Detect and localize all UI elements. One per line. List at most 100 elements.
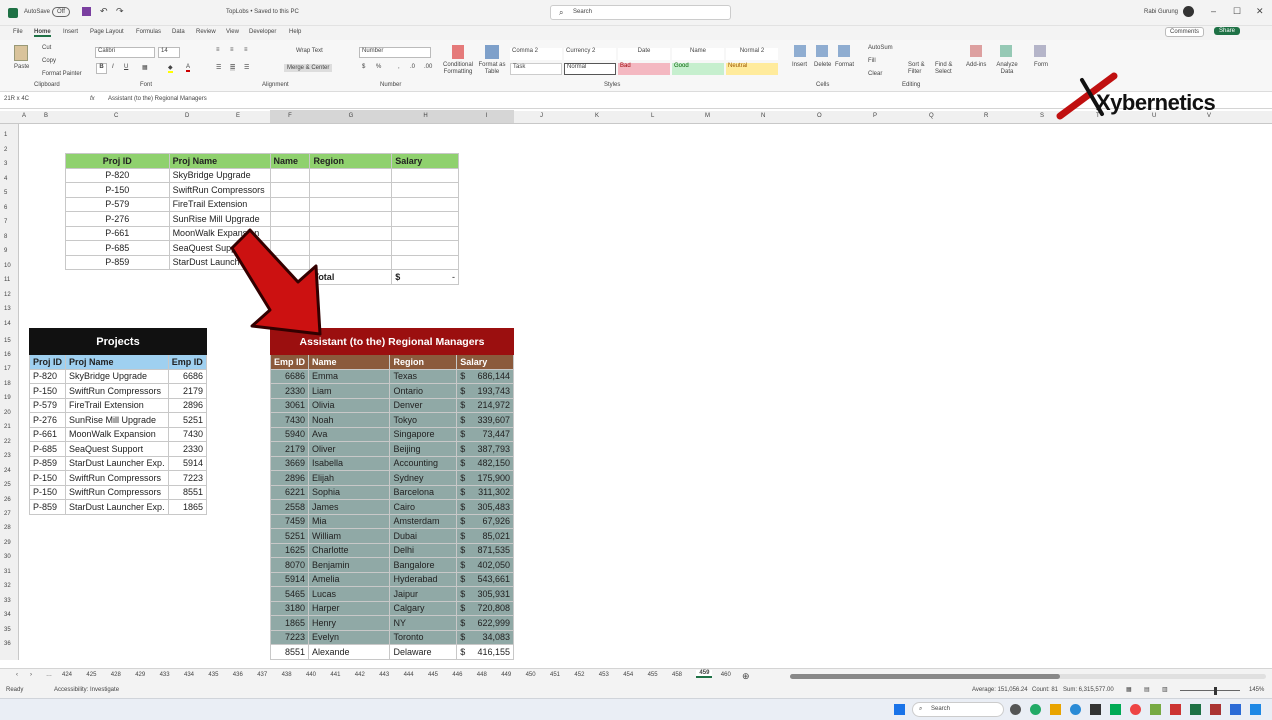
scrollbar-thumb[interactable]: [790, 674, 1060, 679]
projects-cell[interactable]: SunRise Mill Upgrade: [65, 412, 169, 428]
row-header[interactable]: 16: [4, 352, 11, 358]
managers-cell[interactable]: $871,535: [456, 542, 514, 558]
row-header[interactable]: 15: [4, 338, 11, 344]
managers-cell[interactable]: Dubai: [389, 528, 458, 544]
sheet-tab[interactable]: 444: [404, 672, 414, 678]
projects-cell[interactable]: SkyBridge Upgrade: [65, 368, 169, 384]
align-right-icon[interactable]: ☰: [244, 64, 249, 71]
row-header[interactable]: 31: [4, 569, 11, 575]
managers-cell[interactable]: Alexande: [308, 644, 391, 660]
lookup-cell[interactable]: [391, 254, 459, 270]
lookup-cell[interactable]: P-820: [65, 167, 170, 183]
style-good[interactable]: Good: [672, 63, 724, 75]
managers-cell[interactable]: NY: [389, 615, 458, 631]
menu-data[interactable]: Data: [172, 29, 185, 35]
managers-cell[interactable]: William: [308, 528, 391, 544]
lookup-cell[interactable]: [309, 211, 393, 227]
taskbar-app-icon-8[interactable]: [1150, 704, 1161, 715]
projects-cell[interactable]: 5914: [167, 455, 208, 471]
managers-cell[interactable]: 5251: [269, 528, 310, 544]
borders-icon[interactable]: ▦: [142, 64, 148, 71]
managers-cell[interactable]: 3061: [269, 397, 310, 413]
managers-cell[interactable]: Amsterdam: [389, 513, 458, 529]
row-header[interactable]: 27: [4, 511, 11, 517]
sheet-tab[interactable]: 449: [501, 672, 511, 678]
name-box[interactable]: 21R x 4C: [4, 96, 60, 102]
lookup-header-proj-name[interactable]: Proj Name: [168, 153, 271, 169]
zoom-slider-thumb[interactable]: [1214, 687, 1217, 695]
lookup-cell[interactable]: [269, 196, 311, 212]
row-header[interactable]: 36: [4, 641, 11, 647]
row-header[interactable]: 1: [4, 132, 7, 138]
row-header[interactable]: 5: [4, 190, 7, 196]
projects-cell[interactable]: 7430: [167, 426, 208, 442]
redo-icon[interactable]: ↷: [116, 6, 124, 17]
managers-cell[interactable]: 5465: [269, 586, 310, 602]
wrap-text-button[interactable]: Wrap Text: [296, 48, 323, 54]
taskbar-app-icon-11[interactable]: [1230, 704, 1241, 715]
lookup-cell[interactable]: SkyBridge Upgrade: [168, 167, 271, 183]
managers-cell[interactable]: Ava: [308, 426, 391, 442]
maximize-icon[interactable]: ☐: [1233, 6, 1241, 17]
managers-cell[interactable]: 1625: [269, 542, 310, 558]
page-break-view-icon[interactable]: ▥: [1162, 686, 1168, 693]
menu-insert[interactable]: Insert: [63, 29, 78, 35]
managers-cell[interactable]: $193,743: [456, 383, 514, 399]
projects-cell[interactable]: 2896: [167, 397, 208, 413]
windows-start-icon[interactable]: [894, 704, 905, 715]
clear-button[interactable]: Clear: [868, 71, 882, 77]
status-accessibility[interactable]: Accessibility: Investigate: [54, 687, 119, 693]
col-header-m[interactable]: M: [705, 113, 710, 119]
managers-header-region[interactable]: Region: [389, 354, 458, 370]
row-header[interactable]: 7: [4, 219, 7, 225]
managers-cell[interactable]: $67,926: [456, 513, 514, 529]
managers-cell[interactable]: James: [308, 499, 391, 515]
projects-header-emp-id[interactable]: Emp ID: [167, 354, 208, 370]
projects-cell[interactable]: P-859: [28, 455, 67, 471]
managers-cell[interactable]: 8070: [269, 557, 310, 573]
formula-input[interactable]: Assistant (to the) Regional Managers: [108, 96, 207, 102]
paste-icon[interactable]: [14, 45, 28, 61]
managers-cell[interactable]: $402,050: [456, 557, 514, 573]
row-header[interactable]: 11: [4, 277, 10, 283]
col-header-i[interactable]: I: [459, 110, 514, 123]
managers-cell[interactable]: 2558: [269, 499, 310, 515]
col-header-a[interactable]: A: [22, 113, 26, 119]
font-size-select[interactable]: 14: [158, 47, 180, 58]
taskbar-app-icon-9[interactable]: [1170, 704, 1181, 715]
managers-cell[interactable]: Liam: [308, 383, 391, 399]
managers-cell[interactable]: $311,302: [456, 484, 514, 500]
format-as-table-button[interactable]: Format as Table: [478, 62, 506, 76]
taskbar-app-icon-1[interactable]: [1010, 704, 1021, 715]
col-header-c[interactable]: C: [114, 113, 118, 119]
style-comma-2[interactable]: Comma 2: [510, 48, 562, 60]
sheet-tab[interactable]: 436: [233, 672, 243, 678]
sheet-tab[interactable]: 441: [330, 672, 340, 678]
lookup-cell[interactable]: [391, 182, 459, 198]
align-top-icon[interactable]: ≡: [216, 47, 220, 53]
style-task[interactable]: Task: [510, 63, 562, 75]
sheet-tab[interactable]: 454: [623, 672, 633, 678]
col-header-d[interactable]: D: [185, 113, 189, 119]
format-painter-button[interactable]: Format Painter: [42, 71, 82, 77]
col-header-f[interactable]: F: [270, 110, 310, 123]
managers-cell[interactable]: Jaipur: [389, 586, 458, 602]
minimize-icon[interactable]: –: [1211, 6, 1216, 16]
managers-cell[interactable]: Evelyn: [308, 629, 391, 645]
managers-cell[interactable]: Singapore: [389, 426, 458, 442]
decrease-decimal-icon[interactable]: .00: [424, 64, 432, 70]
save-icon[interactable]: [82, 7, 91, 16]
row-header[interactable]: 23: [4, 453, 11, 459]
sheet-tab[interactable]: 429: [135, 672, 145, 678]
row-header[interactable]: 14: [4, 321, 11, 327]
align-left-icon[interactable]: ☰: [216, 64, 221, 71]
col-header-p[interactable]: P: [873, 113, 877, 119]
menu-help[interactable]: Help: [289, 29, 301, 35]
lookup-cell[interactable]: [391, 225, 459, 241]
col-header-r[interactable]: R: [984, 113, 988, 119]
managers-cell[interactable]: Elijah: [308, 470, 391, 486]
sheet-tab[interactable]: 446: [452, 672, 462, 678]
lookup-cell[interactable]: P-276: [65, 211, 170, 227]
lookup-cell[interactable]: [269, 167, 311, 183]
merge-center-button[interactable]: Merge & Center: [284, 64, 333, 72]
